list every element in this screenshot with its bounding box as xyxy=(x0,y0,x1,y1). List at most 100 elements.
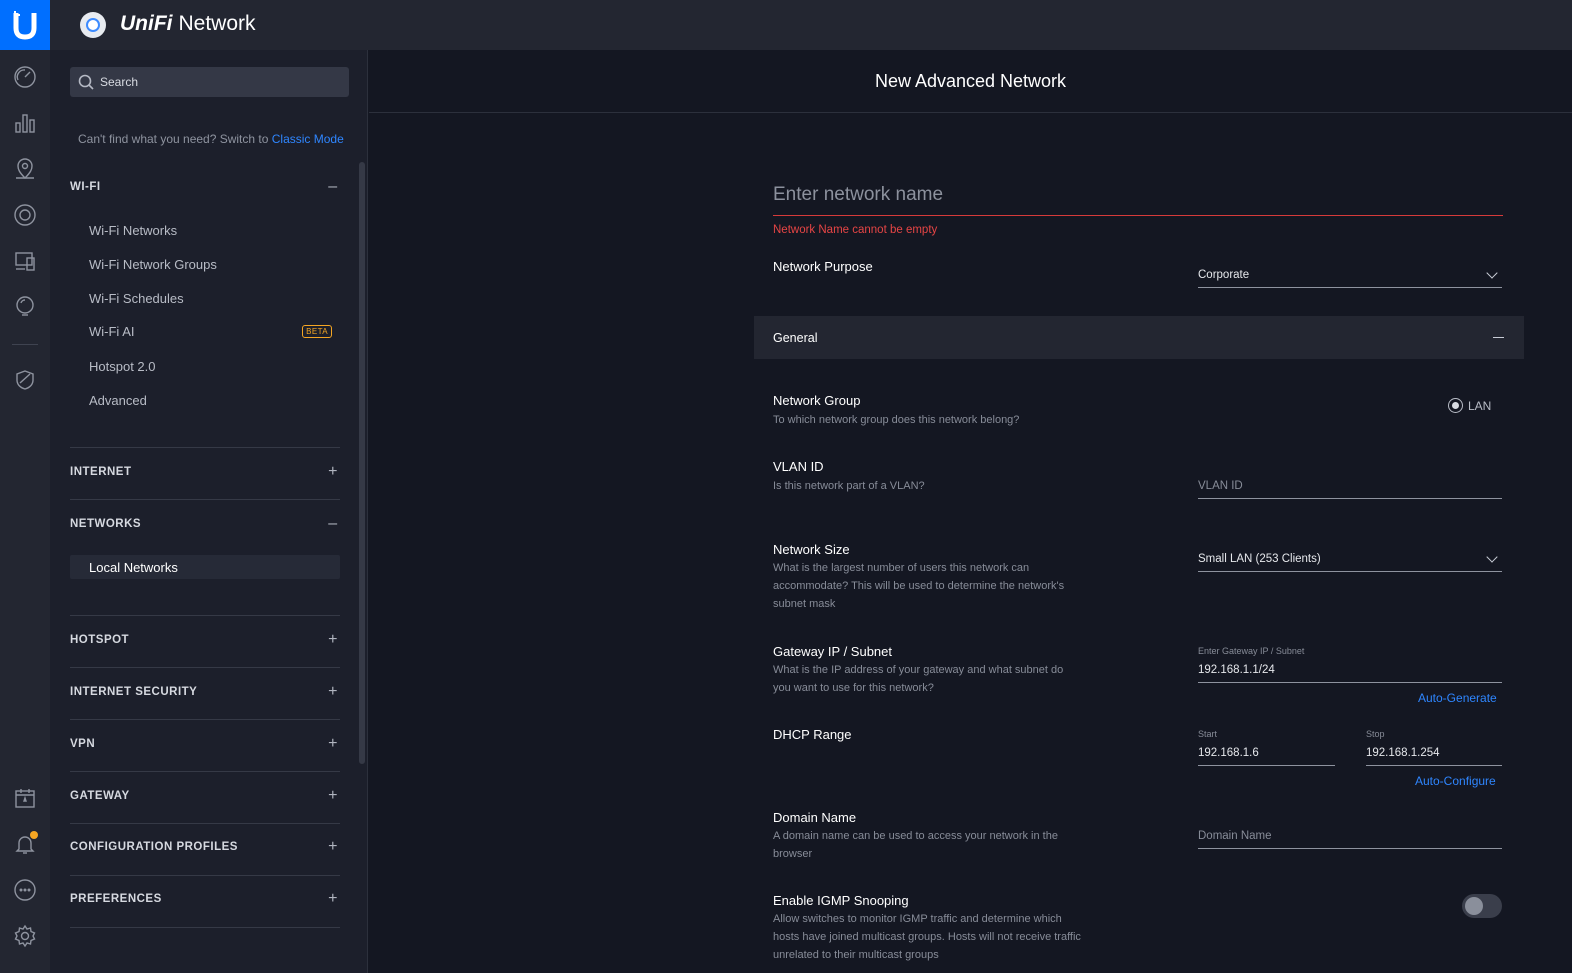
vlan-id-input[interactable] xyxy=(1198,479,1502,492)
section-hotspot[interactable]: HOTSPOT + xyxy=(70,630,340,650)
dhcp-stop-input[interactable] xyxy=(1366,746,1502,759)
section-divider xyxy=(70,875,340,876)
network-size-desc: What is the largest number of users this… xyxy=(773,562,1065,610)
notifications-bell-icon[interactable] xyxy=(12,831,38,857)
network-name-error: Network Name cannot be empty xyxy=(773,224,938,236)
dhcp-start-field[interactable] xyxy=(1198,740,1335,766)
nav-item-label: Local Networks xyxy=(89,559,178,575)
section-divider xyxy=(70,771,340,772)
classic-mode-text: Can't find what you need? Switch to xyxy=(78,132,269,146)
expand-icon[interactable]: + xyxy=(326,463,340,481)
auto-generate-link[interactable]: Auto-Generate xyxy=(1418,691,1497,705)
collapse-icon[interactable]: – xyxy=(326,515,340,533)
expand-icon[interactable]: + xyxy=(326,890,340,908)
expand-icon[interactable]: + xyxy=(326,787,340,805)
statistics-icon[interactable] xyxy=(12,110,38,136)
section-vpn-label: VPN xyxy=(70,738,96,750)
gateway-field[interactable] xyxy=(1198,657,1502,683)
auto-configure-link[interactable]: Auto-Configure xyxy=(1415,774,1496,788)
search-input[interactable] xyxy=(100,75,340,89)
app-brand: UniFi xyxy=(120,12,173,35)
section-internet-security[interactable]: INTERNET SECURITY + xyxy=(70,682,340,702)
settings-gear-icon[interactable] xyxy=(12,923,38,949)
section-preferences-label: PREFERENCES xyxy=(70,893,162,905)
dhcp-stop-field[interactable] xyxy=(1366,740,1502,766)
collapse-icon[interactable] xyxy=(1493,337,1504,338)
section-internet[interactable]: INTERNET + xyxy=(70,462,340,482)
section-internet-label: INTERNET xyxy=(70,466,132,478)
section-gateway-label: GATEWAY xyxy=(70,790,130,802)
search-icon xyxy=(78,74,94,90)
search-box[interactable] xyxy=(70,67,349,97)
calendar-icon[interactable] xyxy=(12,785,38,811)
chevron-down-icon xyxy=(1486,266,1498,279)
nav-item-wifi-ai[interactable]: Wi-Fi AI BETA xyxy=(70,319,340,343)
vlan-id-desc: Is this network part of a VLAN? xyxy=(773,480,925,492)
network-group-radio-lan[interactable]: LAN xyxy=(1448,398,1491,413)
radio-selected-icon xyxy=(1448,398,1463,413)
gateway-desc: What is the IP address of your gateway a… xyxy=(773,664,1064,694)
collapse-icon[interactable]: – xyxy=(326,178,340,196)
domain-name-desc: A domain name can be used to access your… xyxy=(773,830,1058,860)
section-divider xyxy=(70,823,340,824)
chevron-down-icon xyxy=(1486,550,1498,563)
clients-icon[interactable] xyxy=(12,248,38,274)
section-divider xyxy=(70,719,340,720)
gateway-label: Gateway IP / Subnet xyxy=(773,644,892,659)
section-networks-label: NETWORKS xyxy=(70,518,142,530)
dhcp-stop-label: Stop xyxy=(1366,729,1385,739)
expand-icon[interactable]: + xyxy=(326,838,340,856)
nav-item-advanced[interactable]: Advanced xyxy=(70,388,340,412)
general-section-header[interactable]: General xyxy=(754,316,1524,359)
section-vpn[interactable]: VPN + xyxy=(70,734,340,754)
section-preferences[interactable]: PREFERENCES + xyxy=(70,889,340,909)
insights-icon[interactable] xyxy=(12,294,38,320)
section-wifi-label: WI-FI xyxy=(70,181,101,193)
nav-item-wifi-network-groups[interactable]: Wi-Fi Network Groups xyxy=(70,252,340,276)
nav-item-label: Wi-Fi AI xyxy=(89,323,135,339)
section-divider xyxy=(70,615,340,616)
section-networks[interactable]: NETWORKS – xyxy=(70,514,340,534)
domain-name-field[interactable] xyxy=(1198,823,1502,849)
nav-item-wifi-schedules[interactable]: Wi-Fi Schedules xyxy=(70,286,340,310)
network-size-label: Network Size xyxy=(773,542,850,557)
security-shield-icon[interactable] xyxy=(12,367,38,393)
network-size-value: Small LAN (253 Clients) xyxy=(1198,552,1321,565)
map-icon[interactable] xyxy=(12,156,38,182)
network-size-select[interactable]: Small LAN (253 Clients) xyxy=(1198,546,1502,572)
expand-icon[interactable]: + xyxy=(326,631,340,649)
domain-name-input[interactable] xyxy=(1198,829,1502,842)
vlan-id-field[interactable] xyxy=(1198,473,1502,499)
radio-label: LAN xyxy=(1468,398,1492,413)
section-divider xyxy=(70,667,340,668)
sidebar-scrollbar[interactable] xyxy=(359,162,365,764)
network-purpose-value: Corporate xyxy=(1198,268,1250,281)
toggle-knob xyxy=(1465,897,1483,915)
dashboard-icon[interactable] xyxy=(12,64,38,90)
beta-badge: BETA xyxy=(302,324,332,338)
gateway-input[interactable] xyxy=(1198,663,1502,676)
ubiquiti-logo-icon[interactable] xyxy=(0,0,50,50)
nav-item-hotspot-2[interactable]: Hotspot 2.0 xyxy=(70,354,340,378)
app-name: Network xyxy=(178,12,256,35)
icon-rail xyxy=(0,50,50,973)
section-wifi[interactable]: WI-FI – xyxy=(70,177,340,197)
settings-sidebar: Can't find what you need? Switch to Clas… xyxy=(50,50,368,973)
nav-item-label: Wi-Fi Network Groups xyxy=(89,256,217,272)
devices-icon[interactable] xyxy=(12,202,38,228)
igmp-snooping-toggle[interactable] xyxy=(1462,894,1502,918)
section-gateway[interactable]: GATEWAY + xyxy=(70,786,340,806)
network-purpose-select[interactable]: Corporate xyxy=(1198,262,1502,288)
classic-mode-link[interactable]: Classic Mode xyxy=(272,132,344,146)
network-name-input[interactable] xyxy=(773,174,1503,215)
chat-icon[interactable] xyxy=(12,877,38,903)
nav-item-label: Hotspot 2.0 xyxy=(89,358,156,374)
nav-item-wifi-networks[interactable]: Wi-Fi Networks xyxy=(70,218,340,242)
nav-item-local-networks[interactable]: Local Networks xyxy=(70,555,340,579)
network-name-field[interactable] xyxy=(773,174,1503,216)
dhcp-start-input[interactable] xyxy=(1198,746,1335,759)
expand-icon[interactable]: + xyxy=(326,735,340,753)
domain-name-label: Domain Name xyxy=(773,810,857,825)
section-configuration-profiles[interactable]: CONFIGURATION PROFILES + xyxy=(70,837,340,857)
expand-icon[interactable]: + xyxy=(326,683,340,701)
